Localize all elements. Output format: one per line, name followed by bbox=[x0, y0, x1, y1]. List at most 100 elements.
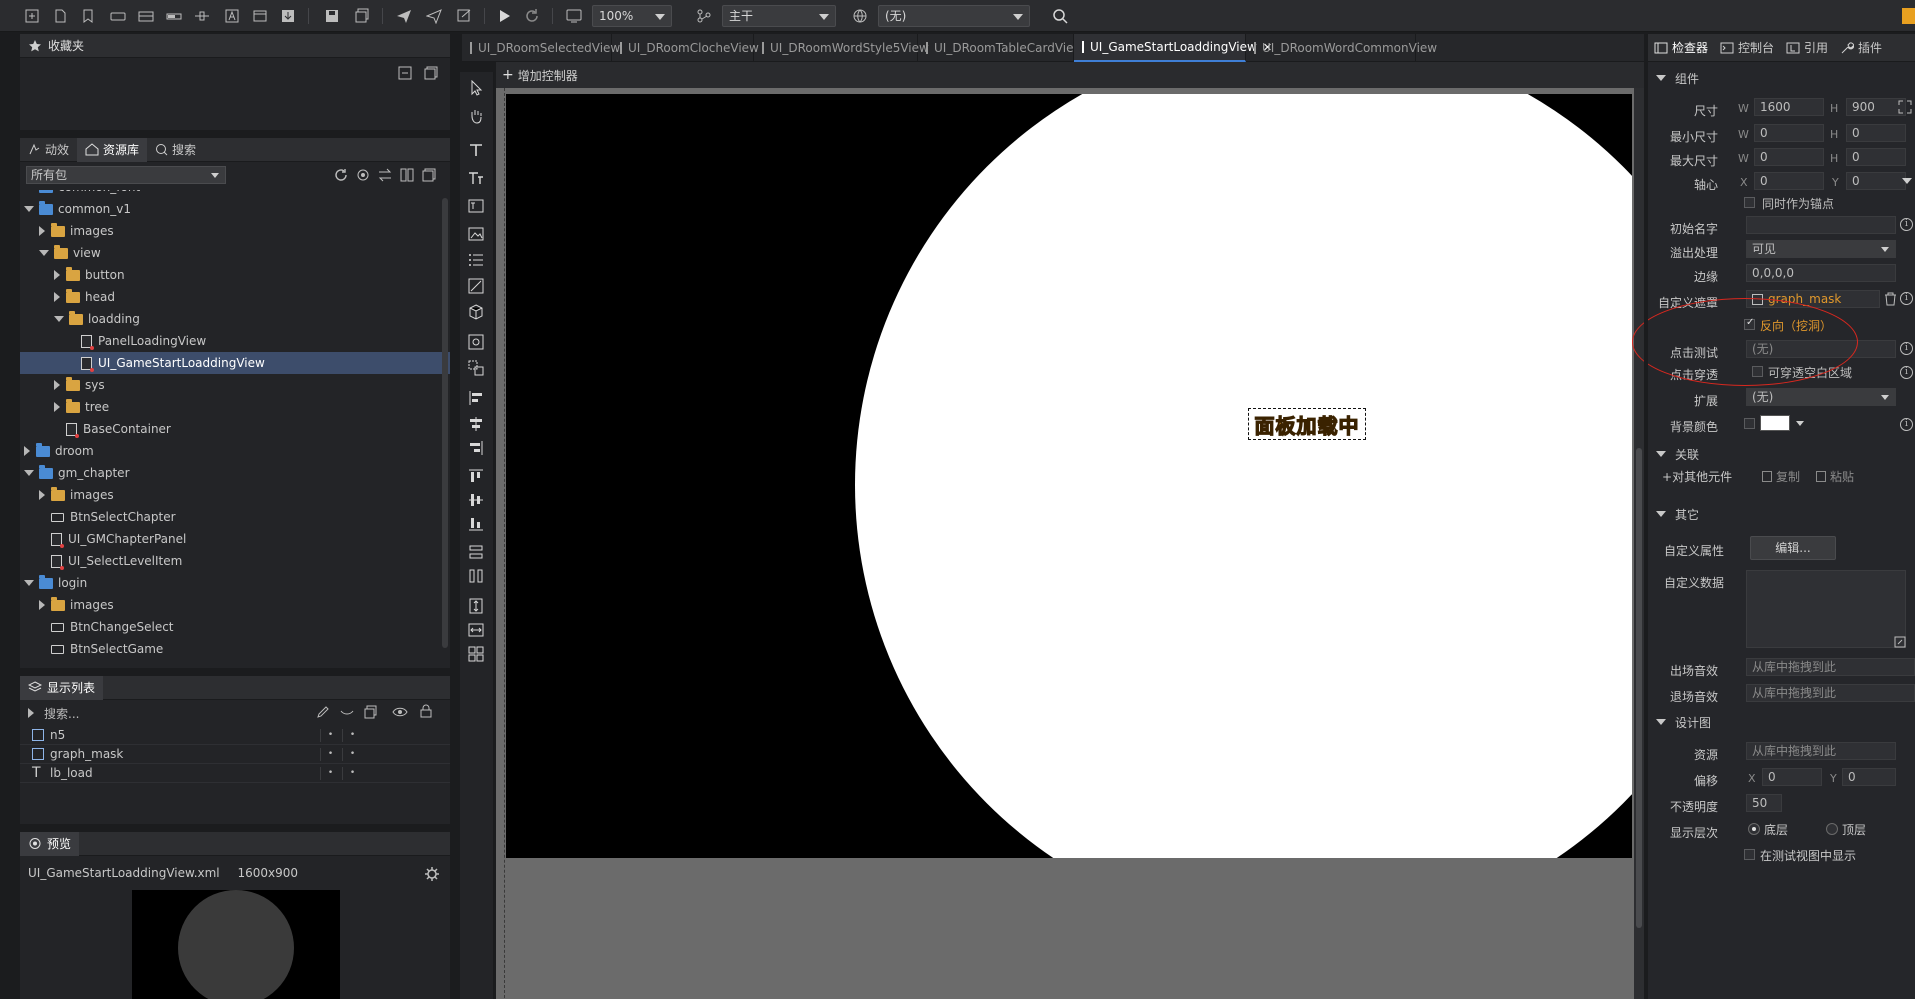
lock-toggle[interactable]: • bbox=[342, 767, 362, 780]
expand-arrow-icon[interactable] bbox=[28, 708, 34, 718]
extend-select[interactable]: (无) bbox=[1746, 388, 1896, 406]
align-top-icon[interactable] bbox=[468, 468, 484, 487]
visibility-toggle[interactable]: • bbox=[320, 748, 340, 761]
image-tool-icon[interactable] bbox=[468, 226, 484, 245]
add-controller-button[interactable]: 增加控制器 bbox=[518, 67, 578, 84]
splitter-left[interactable] bbox=[454, 34, 458, 999]
pivot-anchor-checkbox[interactable] bbox=[1744, 197, 1755, 208]
grid-icon[interactable] bbox=[468, 646, 484, 665]
library-tree-item[interactable]: gm_chapter bbox=[20, 462, 450, 484]
visibility-toggle[interactable]: • bbox=[320, 767, 340, 780]
size-h-input[interactable]: 900 bbox=[1846, 98, 1906, 116]
align-right-icon[interactable] bbox=[468, 440, 484, 459]
library-tree-item[interactable]: head bbox=[20, 286, 450, 308]
margin-input[interactable]: 0,0,0,0 bbox=[1746, 264, 1896, 282]
new-package-icon[interactable] bbox=[22, 6, 42, 26]
section-design[interactable]: 设计图 bbox=[1656, 712, 1711, 732]
notification-badge[interactable] bbox=[1902, 8, 1915, 24]
new-favorite-icon[interactable] bbox=[424, 66, 438, 83]
info-icon[interactable]: i bbox=[1900, 342, 1913, 355]
list-tool-icon[interactable] bbox=[468, 252, 484, 271]
min-h-input[interactable]: 0 bbox=[1846, 124, 1906, 142]
richtext-tool-icon[interactable] bbox=[468, 170, 484, 189]
tab-console[interactable]: 控制台 bbox=[1714, 39, 1780, 56]
edit-icon[interactable] bbox=[316, 705, 330, 722]
info-icon[interactable]: i bbox=[1900, 366, 1913, 379]
collapsed-arrow-icon[interactable] bbox=[24, 446, 30, 456]
library-tree-item[interactable]: BtnSelectGame bbox=[20, 638, 450, 660]
offset-y-input[interactable]: 0 bbox=[1842, 768, 1896, 786]
info-icon[interactable]: i bbox=[1900, 218, 1913, 231]
eye-icon[interactable] bbox=[392, 705, 408, 722]
pivot-y-input[interactable]: 0 bbox=[1846, 172, 1906, 190]
max-w-input[interactable]: 0 bbox=[1754, 148, 1824, 166]
pivot-dropdown-icon[interactable] bbox=[1902, 178, 1912, 184]
resource-field[interactable]: 从库中拖拽到此 bbox=[1746, 742, 1896, 760]
bookmark-icon[interactable] bbox=[78, 6, 98, 26]
library-scrollbar[interactable] bbox=[442, 198, 448, 648]
pivot-x-input[interactable]: 0 bbox=[1754, 172, 1824, 190]
globe-icon[interactable] bbox=[850, 6, 870, 26]
tab-inspector[interactable]: 检查器 bbox=[1648, 39, 1714, 56]
document-tab[interactable]: UI_DRoomWordStyle5View bbox=[754, 34, 929, 62]
language-select[interactable]: (无) bbox=[878, 5, 1030, 27]
collapsed-arrow-icon[interactable] bbox=[54, 380, 60, 390]
package-filter-select[interactable]: 所有包 bbox=[26, 166, 226, 184]
info-icon[interactable]: i bbox=[1900, 418, 1913, 431]
publish-icon[interactable] bbox=[394, 6, 414, 26]
copy-icon[interactable] bbox=[364, 705, 378, 722]
loader-tool-icon[interactable] bbox=[468, 278, 484, 297]
locate-icon[interactable] bbox=[356, 168, 370, 185]
component-tool-icon[interactable] bbox=[468, 304, 484, 323]
expanded-arrow-icon[interactable] bbox=[54, 316, 64, 322]
display-list-row[interactable]: Tlb_load • • bbox=[20, 764, 450, 783]
tab-plugins[interactable]: 插件 bbox=[1834, 39, 1888, 56]
display-list-row[interactable]: n5 • • bbox=[20, 726, 450, 745]
section-other[interactable]: 其它 bbox=[1656, 504, 1699, 524]
lb-load-label[interactable]: 面板加载中 bbox=[1248, 408, 1366, 440]
trash-icon[interactable] bbox=[1884, 292, 1897, 309]
custom-data-textarea[interactable] bbox=[1746, 570, 1906, 648]
library-tree-item[interactable]: UI_SelectLevelItem bbox=[20, 550, 450, 572]
collapsed-arrow-icon[interactable] bbox=[54, 292, 60, 302]
max-h-input[interactable]: 0 bbox=[1846, 148, 1906, 166]
stage-scrollbar[interactable] bbox=[1634, 88, 1644, 999]
collapsed-arrow-icon[interactable] bbox=[54, 270, 60, 280]
play-icon[interactable] bbox=[494, 6, 514, 26]
splitter-right[interactable] bbox=[1644, 34, 1648, 999]
aspect-lock-icon[interactable] bbox=[1898, 100, 1912, 117]
info-icon[interactable]: i bbox=[1900, 292, 1913, 305]
offset-x-input[interactable]: 0 bbox=[1762, 768, 1822, 786]
align-bottom-icon[interactable] bbox=[468, 516, 484, 535]
tab-display-list[interactable]: 显示列表 bbox=[20, 675, 104, 700]
font-component-icon[interactable] bbox=[222, 6, 242, 26]
align-left-icon[interactable] bbox=[468, 390, 484, 409]
library-tree-item[interactable]: BtnSelectChapter bbox=[20, 506, 450, 528]
relation-other-button[interactable]: +对其他元件 bbox=[1662, 468, 1732, 485]
tab-search[interactable]: 搜索 bbox=[147, 138, 204, 162]
collapse-all-icon[interactable] bbox=[398, 66, 412, 83]
library-tree-item[interactable]: images bbox=[20, 220, 450, 242]
bg-color-swatch[interactable] bbox=[1760, 415, 1790, 431]
document-tab[interactable]: UI_DRoomClocheView bbox=[612, 34, 759, 62]
collapsed-arrow-icon[interactable] bbox=[39, 226, 45, 236]
visibility-toggle[interactable]: • bbox=[320, 729, 340, 742]
graph-tool-icon[interactable] bbox=[468, 334, 484, 353]
document-tab[interactable]: UI_DRoomSelectedView bbox=[462, 34, 620, 62]
align-middle-v-icon[interactable] bbox=[468, 492, 484, 511]
section-relation[interactable]: 关联 bbox=[1656, 444, 1699, 464]
expanded-arrow-icon[interactable] bbox=[24, 580, 34, 586]
min-w-input[interactable]: 0 bbox=[1754, 124, 1824, 142]
device-preview-icon[interactable] bbox=[564, 6, 584, 26]
gear-icon[interactable] bbox=[424, 866, 440, 885]
library-tree-item[interactable]: images bbox=[20, 484, 450, 506]
group-tool-icon[interactable] bbox=[468, 360, 484, 379]
overflow-select[interactable]: 可见 bbox=[1746, 240, 1896, 258]
lock-toggle[interactable]: • bbox=[342, 748, 362, 761]
library-tree-item[interactable]: view bbox=[20, 242, 450, 264]
bg-color-checkbox[interactable] bbox=[1744, 418, 1755, 429]
library-tree-item[interactable]: sys bbox=[20, 374, 450, 396]
movieclip-component-icon[interactable] bbox=[250, 6, 270, 26]
lock-toggle[interactable]: • bbox=[342, 729, 362, 742]
library-tree-item[interactable]: common_v1 bbox=[20, 198, 450, 220]
